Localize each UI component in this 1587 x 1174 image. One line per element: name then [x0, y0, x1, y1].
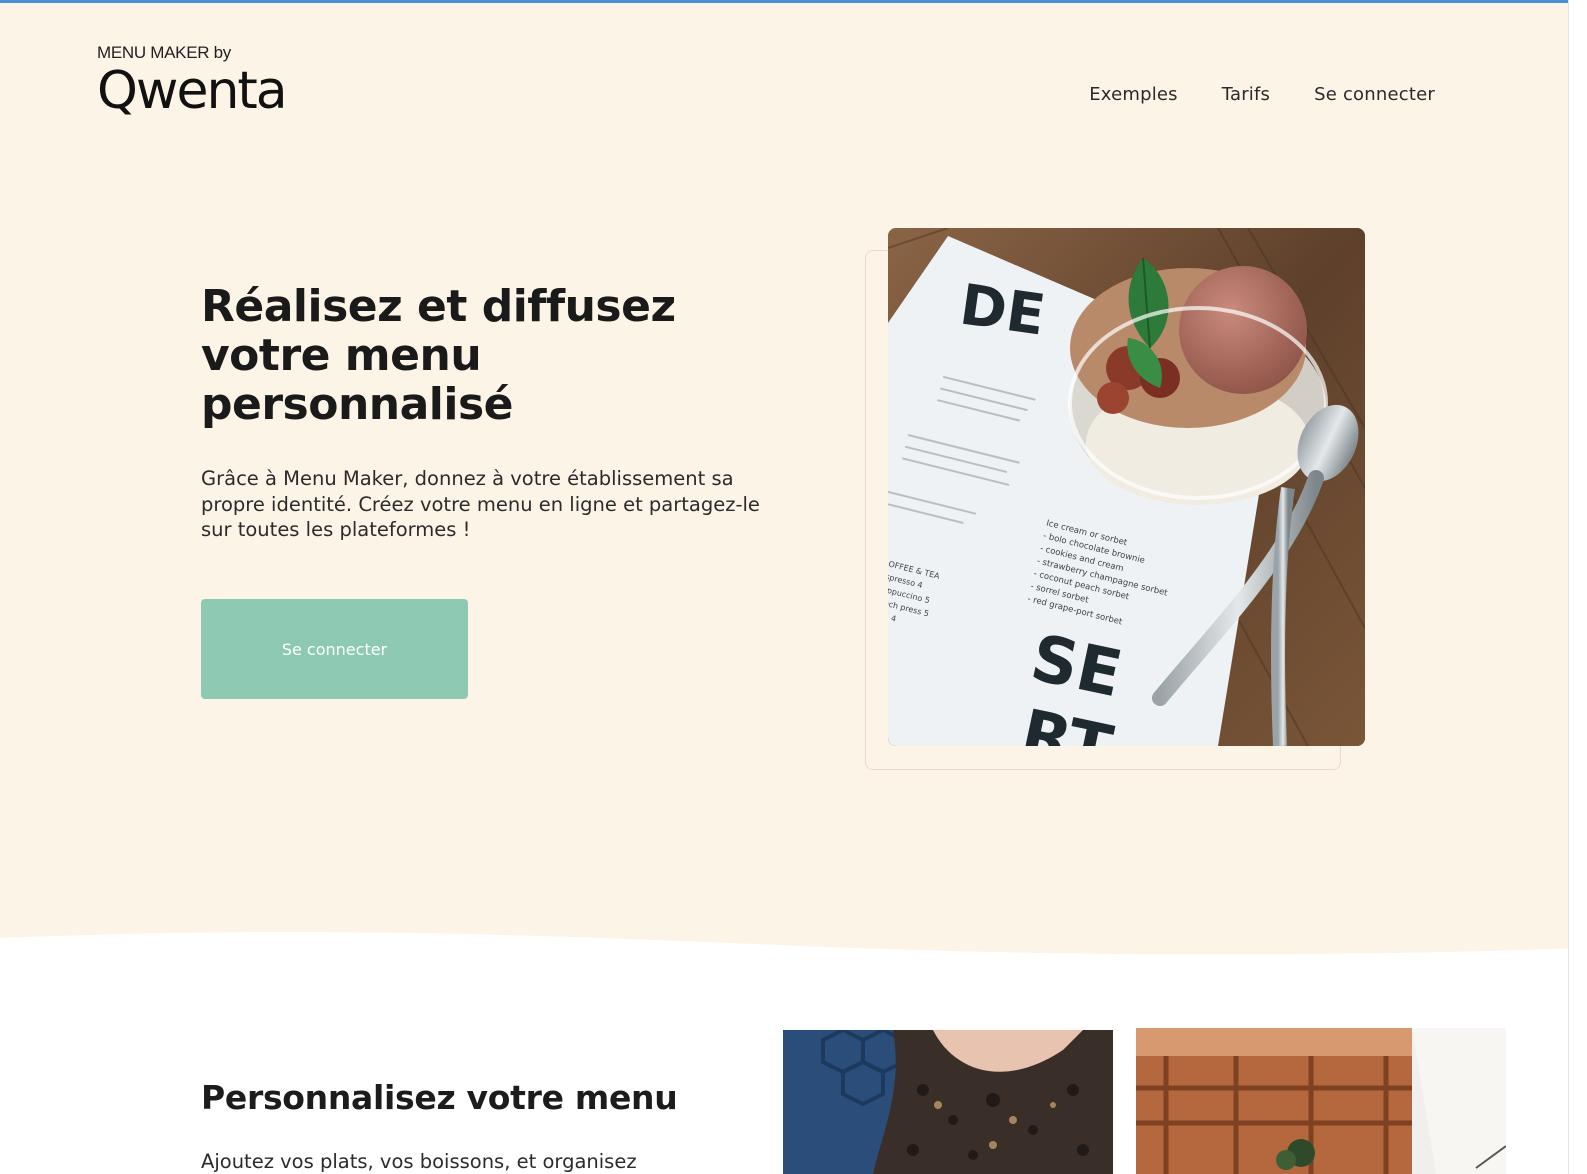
restaurant-interior-photo: [1136, 1028, 1506, 1174]
logo-small-text: MENU MAKER by: [97, 43, 232, 62]
nav-link-tarifs[interactable]: Tarifs: [1222, 84, 1270, 105]
hero-login-button[interactable]: Se connecter: [201, 599, 468, 699]
hero-description: Grâce à Menu Maker, donnez à votre établ…: [201, 467, 760, 541]
main-nav: Exemples Tarifs Se connecter: [1089, 84, 1435, 105]
section-description-personnalisez: Ajoutez vos plats, vos boissons, et orga…: [201, 1150, 637, 1173]
nav-link-se-connecter[interactable]: Se connecter: [1314, 84, 1435, 105]
qwenta-logo[interactable]: MENU MAKER by Qwenta: [97, 43, 288, 121]
person-photo: [783, 1030, 1113, 1174]
image-menu-text-de: DE: [956, 272, 1049, 348]
section-title-personnalisez: Personnalisez votre menu: [201, 1078, 678, 1117]
nav-link-exemples[interactable]: Exemples: [1089, 84, 1178, 105]
logo-brand-text: Qwenta: [97, 61, 288, 121]
hero-title: Réalisez et diffusez votre menu personna…: [201, 281, 676, 430]
page-scrollbar[interactable]: [1568, 0, 1587, 1174]
hero-wave-divider: [0, 932, 1587, 970]
hero-dessert-image: DE SE RT Ice cream or sorbet - bolo choc…: [888, 228, 1365, 746]
